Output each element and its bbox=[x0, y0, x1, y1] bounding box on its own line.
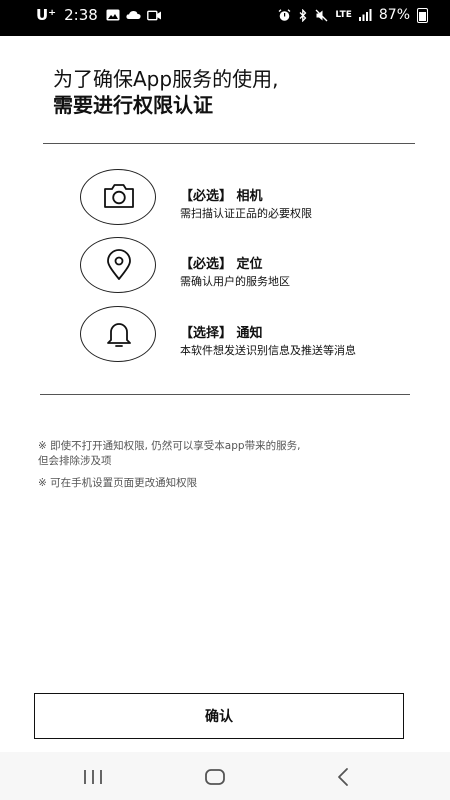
battery-icon bbox=[417, 7, 428, 23]
settings-notice: ※ 可在手机设置页面更改通知权限 bbox=[38, 477, 198, 489]
page-heading: 为了确保App服务的使用, 需要进行权限认证 bbox=[53, 66, 278, 118]
permission-camera: 【必选】 相机 需扫描认证正品的必要权限 bbox=[80, 169, 410, 239]
home-button[interactable] bbox=[200, 766, 230, 788]
heading-line-2: 需要进行权限认证 bbox=[53, 93, 213, 117]
camera-icon bbox=[104, 184, 134, 208]
battery-percent: 87% bbox=[378, 7, 410, 23]
carrier-label: U⁺ bbox=[36, 6, 57, 24]
lte-label: LTE bbox=[335, 9, 352, 20]
confirm-button[interactable]: 确认 bbox=[34, 693, 404, 739]
camera-icon-circle bbox=[80, 169, 156, 225]
mute-icon bbox=[315, 9, 328, 21]
back-icon bbox=[338, 768, 348, 786]
location-icon-circle bbox=[80, 237, 156, 293]
notice-line-2: 但会排除涉及项 bbox=[38, 455, 112, 467]
alarm-icon bbox=[278, 8, 291, 21]
permission-location: 【必选】 定位 需确认用户的服务地区 bbox=[80, 237, 410, 307]
bell-icon-circle bbox=[80, 306, 156, 362]
permission-description: 本软件想发送识别信息及推送等消息 bbox=[180, 344, 356, 357]
permission-title: 【必选】 定位 bbox=[180, 257, 263, 272]
notice-text: ※ 即使不打开通知权限, 仍然可以享受本app带来的服务, 但会排除涉及项 bbox=[38, 439, 300, 469]
recent-apps-icon bbox=[84, 770, 102, 784]
permission-notification: 【选择】 通知 本软件想发送识别信息及推送等消息 bbox=[80, 306, 410, 376]
permission-title: 【必选】 相机 bbox=[180, 189, 263, 204]
permission-description: 需扫描认证正品的必要权限 bbox=[180, 207, 312, 220]
location-pin-icon bbox=[107, 249, 131, 280]
heading-line-1: 为了确保App服务的使用, bbox=[53, 67, 279, 91]
permission-title: 【选择】 通知 bbox=[180, 326, 263, 341]
signal-icon bbox=[358, 9, 372, 21]
cloud-icon bbox=[126, 11, 141, 19]
navigation-bar bbox=[0, 752, 450, 800]
gallery-icon bbox=[106, 9, 120, 21]
bottom-divider bbox=[40, 394, 410, 395]
permission-description: 需确认用户的服务地区 bbox=[180, 275, 290, 288]
top-divider bbox=[43, 143, 415, 144]
clock: 2:38 bbox=[64, 6, 98, 24]
status-bar: U⁺ 2:38 LTE 87% bbox=[0, 0, 450, 36]
home-icon bbox=[205, 769, 225, 785]
back-button[interactable] bbox=[328, 766, 358, 788]
bell-icon bbox=[107, 323, 131, 347]
bluetooth-icon bbox=[299, 8, 307, 22]
recent-apps-button[interactable] bbox=[78, 766, 108, 788]
notice-line-1: ※ 即使不打开通知权限, 仍然可以享受本app带来的服务, bbox=[38, 440, 301, 452]
video-icon bbox=[146, 10, 161, 20]
